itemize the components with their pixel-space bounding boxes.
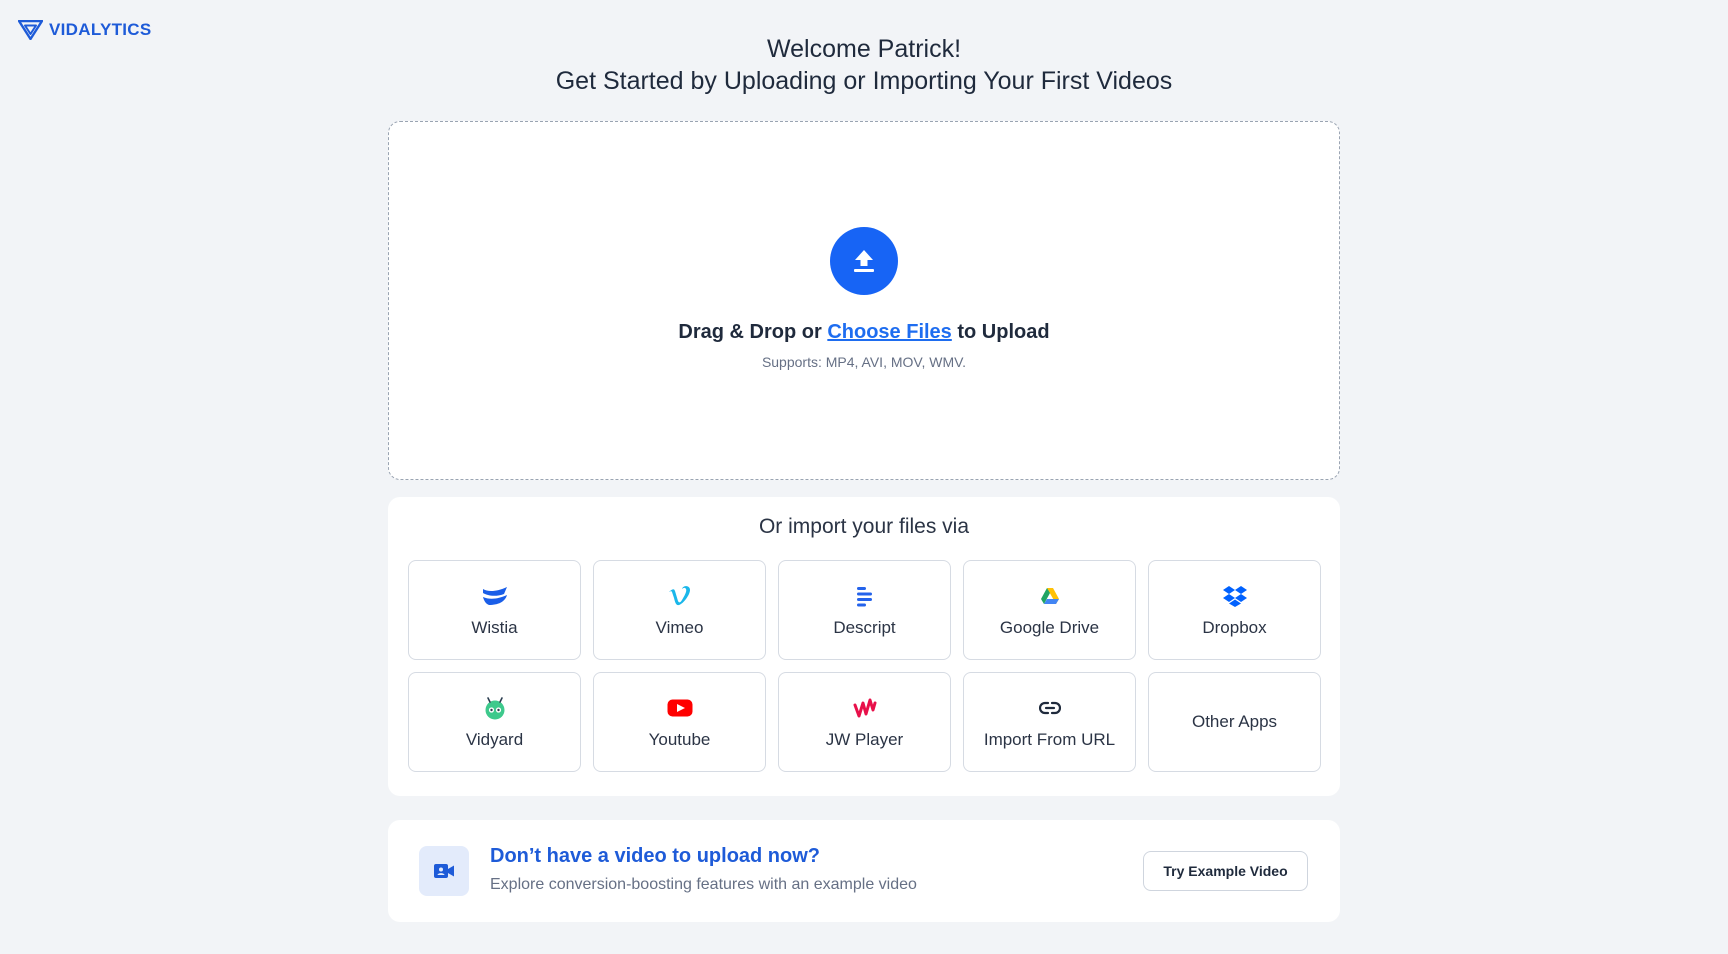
upload-dropzone[interactable]: Drag & Drop or Choose Files to Upload Su… [388, 121, 1340, 480]
example-subtitle: Explore conversion-boosting features wit… [490, 876, 917, 893]
import-title: Or import your files via [758, 515, 970, 538]
try-example-video-button[interactable]: Try Example Video [1143, 851, 1308, 891]
upload-arrow-icon [854, 250, 874, 272]
import-source-label: Wistia [471, 617, 518, 637]
import-descript-button[interactable]: Descript [778, 560, 951, 660]
vidyard-icon [482, 695, 508, 721]
import-source-label: Other Apps [1191, 712, 1278, 731]
import-wistia-button[interactable]: Wistia [408, 560, 581, 660]
youtube-icon [667, 695, 693, 721]
import-dropbox-button[interactable]: Dropbox [1148, 560, 1321, 660]
import-jw-player-button[interactable]: JW Player [778, 672, 951, 772]
import-youtube-button[interactable]: Youtube [593, 672, 766, 772]
descript-icon [852, 583, 878, 609]
welcome-subtitle: Get Started by Uploading or Importing Yo… [555, 67, 1173, 95]
import-source-label: JW Player [825, 729, 904, 749]
upload-button[interactable] [830, 227, 898, 295]
supported-formats: Supports: MP4, AVI, MOV, WMV. [761, 354, 967, 370]
drop-suffix: to Upload [951, 321, 1050, 343]
import-source-label: Dropbox [1202, 617, 1267, 637]
example-video-panel: Don’t have a video to upload now? Explor… [388, 820, 1340, 922]
import-google-drive-button[interactable]: Google Drive [963, 560, 1136, 660]
vimeo-icon [667, 583, 693, 609]
google-drive-icon [1037, 583, 1063, 609]
import-source-label: Youtube [648, 729, 711, 749]
import-source-grid: Wistia Vimeo Descript Google Drive Dropb… [408, 560, 1321, 772]
import-source-label: Google Drive [999, 617, 1100, 637]
import-vidyard-button[interactable]: Vidyard [408, 672, 581, 772]
jw-player-icon [852, 695, 878, 721]
drop-instructions: Drag & Drop or Choose Files to Upload [678, 321, 1049, 344]
import-source-label: Vidyard [465, 729, 524, 749]
video-camera-badge [419, 846, 469, 896]
video-camera-icon [434, 864, 454, 878]
import-from-url-button[interactable]: Import From URL [963, 672, 1136, 772]
wistia-icon [482, 583, 508, 609]
drop-prefix: Drag & Drop or [678, 321, 828, 343]
welcome-header: Welcome Patrick! Get Started by Uploadin… [0, 33, 1728, 97]
choose-files-link[interactable]: Choose Files [827, 321, 951, 343]
import-other-apps-button[interactable]: Other Apps [1148, 672, 1321, 772]
link-icon [1037, 695, 1063, 721]
import-source-label: Import From URL [983, 729, 1116, 749]
dropbox-icon [1222, 583, 1248, 609]
import-source-label: Descript [833, 617, 896, 637]
import-vimeo-button[interactable]: Vimeo [593, 560, 766, 660]
example-title: Don’t have a video to upload now? [490, 845, 821, 867]
welcome-greeting: Welcome Patrick! [766, 35, 962, 63]
import-source-label: Vimeo [655, 617, 704, 637]
import-panel: Or import your files via Wistia Vimeo De… [388, 497, 1340, 796]
